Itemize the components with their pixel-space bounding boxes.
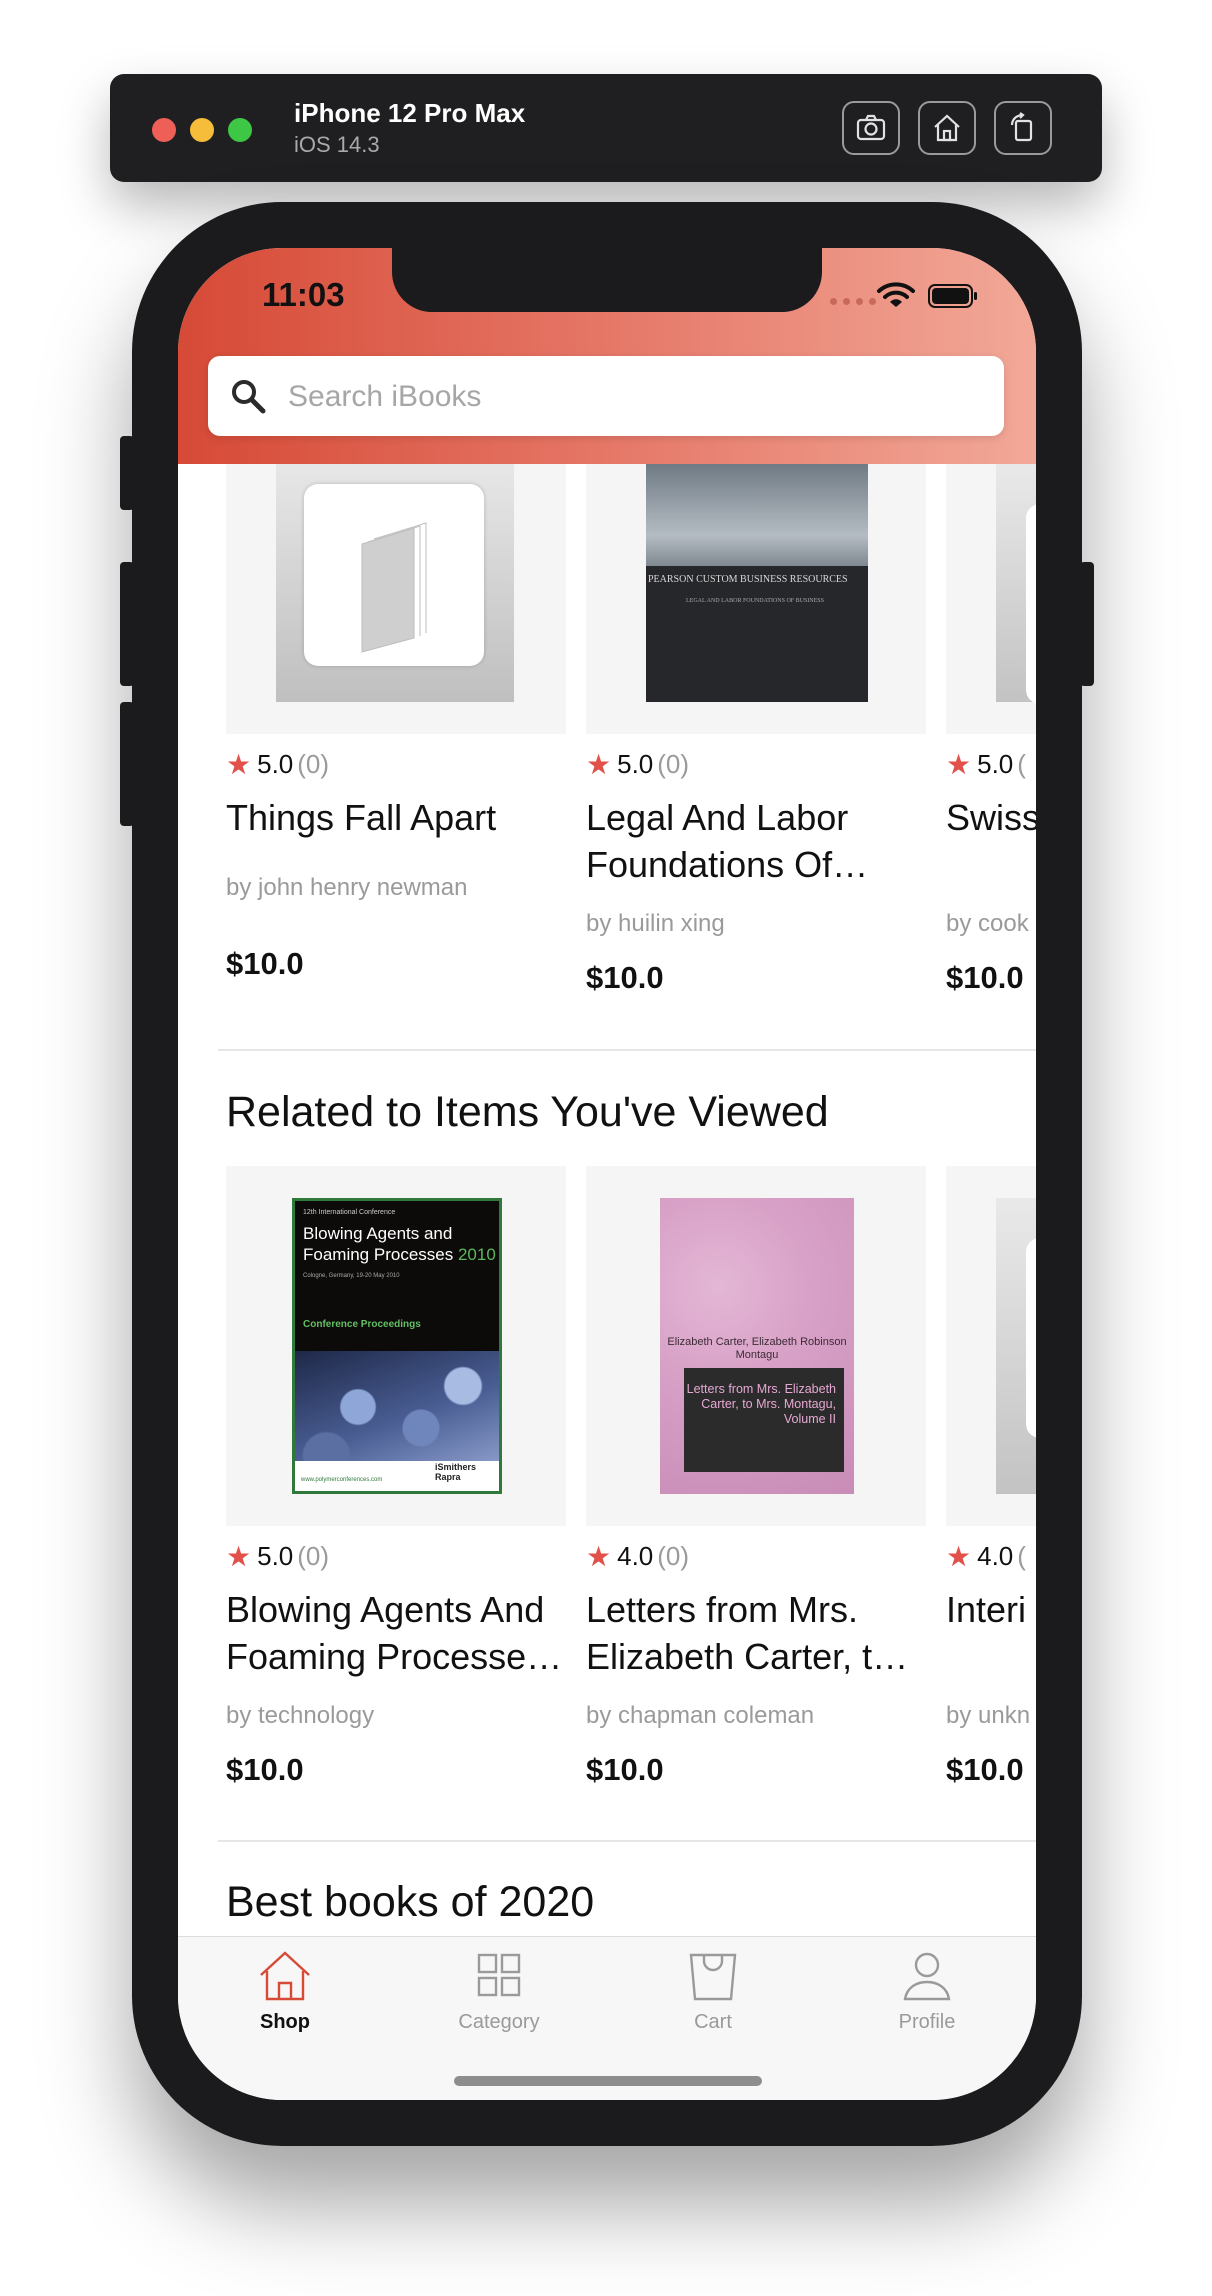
book-author: by cook [946, 910, 1029, 937]
section-divider [218, 1840, 1036, 1842]
book-rating: ★ 4.0 ( [946, 1541, 1026, 1572]
bag-icon [689, 1953, 737, 2001]
search-bar[interactable] [208, 356, 1004, 436]
cellular-signal-icon [830, 298, 876, 305]
screenshot-button[interactable] [842, 101, 900, 155]
book-price: $10.0 [586, 960, 664, 995]
book-price: $10.0 [226, 1752, 304, 1787]
os-version: iOS 14.3 [294, 132, 380, 157]
book-title: Letters from Mrs. Elizabeth Carter, to M… [586, 1589, 893, 1677]
notch [392, 248, 822, 312]
tab-profile[interactable]: Profile [820, 1937, 1034, 2047]
home-button[interactable] [918, 101, 976, 155]
book-rating: ★ 4.0 (0) [586, 1541, 690, 1572]
book-price: $10.0 [946, 960, 1024, 995]
book-author: by technology [226, 1702, 375, 1729]
book-author: by unkn [946, 1702, 1031, 1729]
grid-icon [477, 1953, 521, 1997]
minimize-window-button[interactable] [190, 118, 214, 142]
mute-switch[interactable] [120, 436, 134, 510]
placeholder-cover [996, 1198, 1036, 1494]
tab-shop[interactable]: Shop [178, 1937, 392, 2047]
book-cover [946, 1166, 1036, 1526]
power-button[interactable] [1080, 562, 1094, 686]
book-rating: ★ 5.0 (0) [586, 749, 690, 780]
device-name: iPhone 12 Pro Max [294, 98, 526, 128]
volume-up-button[interactable] [120, 562, 134, 686]
book-price: $10.0 [226, 946, 304, 981]
book-title: Legal And Labor Foundations Of Business [586, 797, 849, 885]
rotate-icon [1010, 112, 1033, 142]
camera-icon [856, 114, 886, 141]
book-title: Swiss Garni [946, 797, 1036, 838]
rotate-button[interactable] [994, 101, 1052, 155]
search-icon [232, 380, 266, 414]
star-icon: ★ [226, 1541, 252, 1572]
home-indicator[interactable] [454, 2076, 762, 2086]
tab-label: Profile [898, 2011, 956, 2033]
book-title: Things Fall Apart [226, 797, 497, 838]
star-icon: ★ [586, 749, 612, 780]
star-icon: ★ [946, 1541, 972, 1572]
book-rating: ★ 5.0 (0) [226, 1541, 330, 1572]
book-author: by huilin xing [586, 910, 725, 937]
shop-house-icon [260, 1951, 310, 2001]
close-window-button[interactable] [152, 118, 176, 142]
tab-label: Shop [260, 2011, 310, 2033]
book-cover: Elizabeth Carter, Elizabeth Robinson Mon… [586, 1166, 926, 1526]
wifi-icon [877, 282, 915, 307]
star-icon: ★ [946, 749, 972, 780]
book-rating: ★ 5.0 (0) [226, 749, 330, 780]
phone-screen: ★ 5.0 (0) Things Fall Apart by john henr… [178, 248, 1036, 2100]
star-icon: ★ [226, 749, 252, 780]
battery-icon [928, 284, 977, 308]
book-icon [361, 522, 427, 653]
book-title: Interi Hosp [946, 1589, 1036, 1630]
book-rating: ★ 5.0 ( [946, 749, 1026, 780]
blowing-agents-cover-image: 12th International Conference Blowing Ag… [292, 1198, 502, 1494]
letters-cover-image: Elizabeth Carter, Elizabeth Robinson Mon… [660, 1198, 854, 1494]
placeholder-cover [276, 464, 514, 702]
tab-label: Cart [694, 2011, 732, 2033]
pearson-cover-image: PEARSON CUSTOM BUSINESS RESOURCES LEGAL … [646, 464, 868, 702]
home-icon [934, 114, 960, 142]
book-cover [226, 464, 566, 734]
book-author: by chapman coleman [586, 1702, 815, 1729]
section-title: Related to Items You've Viewed [226, 1088, 829, 1136]
book-price: $10.0 [946, 1752, 1024, 1787]
book-cover: 12th International Conference Blowing Ag… [226, 1166, 566, 1526]
book-title: Blowing Agents And Foaming Processes 201… [226, 1589, 545, 1677]
tab-cart[interactable]: Cart [606, 1937, 820, 2047]
tab-category[interactable]: Category [392, 1937, 606, 2047]
tab-label: Category [458, 2011, 540, 2033]
book-cover: PEARSON CUSTOM BUSINESS RESOURCES LEGAL … [586, 464, 926, 734]
book-price: $10.0 [586, 1752, 664, 1787]
simulator-title-bar: iPhone 12 Pro Max iOS 14.3 [110, 74, 1102, 182]
star-icon: ★ [586, 1541, 612, 1572]
section-title: Best books of 2020 [226, 1878, 595, 1926]
placeholder-cover [996, 464, 1036, 704]
zoom-window-button[interactable] [228, 118, 252, 142]
volume-down-button[interactable] [120, 702, 134, 826]
search-input[interactable] [286, 370, 970, 424]
person-icon [903, 1952, 951, 2001]
shop-content[interactable]: ★ 5.0 (0) Things Fall Apart by john henr… [178, 464, 1036, 1936]
book-author: by john henry newman [226, 874, 468, 901]
book-cover [946, 464, 1036, 734]
section-divider [218, 1049, 1036, 1051]
status-time: 11:03 [262, 276, 345, 313]
